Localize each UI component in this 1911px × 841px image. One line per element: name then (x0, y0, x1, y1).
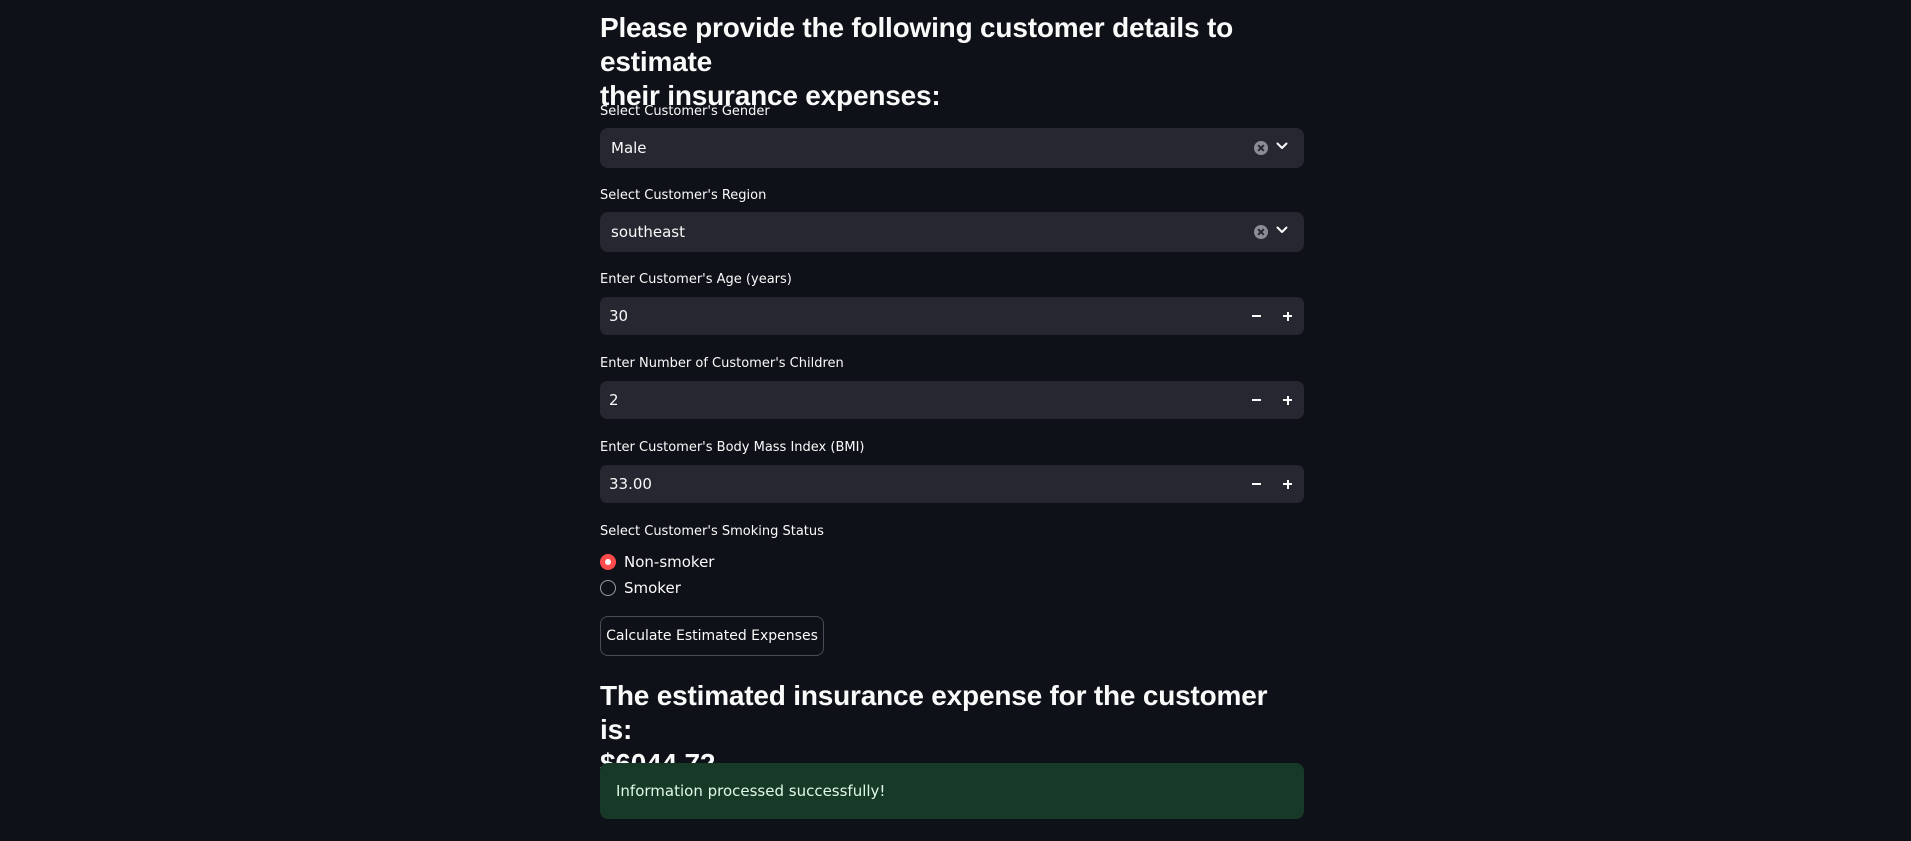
success-alert: Information processed successfully! (600, 763, 1304, 819)
success-message: Information processed successfully! (616, 782, 886, 800)
children-input[interactable]: 2 (600, 381, 1304, 419)
region-value: southeast (611, 223, 686, 241)
form-heading-line-1: Please provide the following customer de… (600, 12, 1233, 77)
age-decrement-button[interactable] (1241, 301, 1271, 331)
children-increment-button[interactable] (1272, 385, 1302, 415)
children-label: Enter Number of Customer's Children (600, 356, 844, 371)
radio-label-smoker: Smoker (624, 579, 681, 597)
bmi-decrement-button[interactable] (1241, 469, 1271, 499)
age-input[interactable]: 30 (600, 297, 1304, 335)
clear-icon[interactable] (1254, 225, 1268, 239)
bmi-value[interactable]: 33.00 (609, 465, 652, 503)
clear-icon[interactable] (1254, 141, 1268, 155)
bmi-label: Enter Customer's Body Mass Index (BMI) (600, 440, 865, 455)
smoking-label: Select Customer's Smoking Status (600, 524, 824, 539)
age-value[interactable]: 30 (609, 297, 628, 335)
age-increment-button[interactable] (1272, 301, 1302, 331)
gender-label: Select Customer's Gender (600, 104, 770, 119)
calculate-button[interactable]: Calculate Estimated Expenses (600, 616, 824, 656)
chevron-down-icon[interactable] (1275, 139, 1289, 153)
radio-unchecked-icon[interactable] (600, 580, 616, 596)
radio-label-non-smoker: Non-smoker (624, 553, 715, 571)
region-label: Select Customer's Region (600, 188, 767, 203)
radio-checked-icon[interactable] (600, 554, 616, 570)
bmi-increment-button[interactable] (1272, 469, 1302, 499)
children-decrement-button[interactable] (1241, 385, 1271, 415)
gender-select[interactable]: Male (600, 128, 1304, 168)
chevron-down-icon[interactable] (1275, 223, 1289, 237)
children-value[interactable]: 2 (609, 381, 619, 419)
bmi-input[interactable]: 33.00 (600, 465, 1304, 503)
gender-value: Male (611, 139, 647, 157)
result-line-1: The estimated insurance expense for the … (600, 680, 1268, 745)
form-heading: Please provide the following customer de… (600, 11, 1304, 113)
age-label: Enter Customer's Age (years) (600, 272, 792, 287)
region-select[interactable]: southeast (600, 212, 1304, 252)
